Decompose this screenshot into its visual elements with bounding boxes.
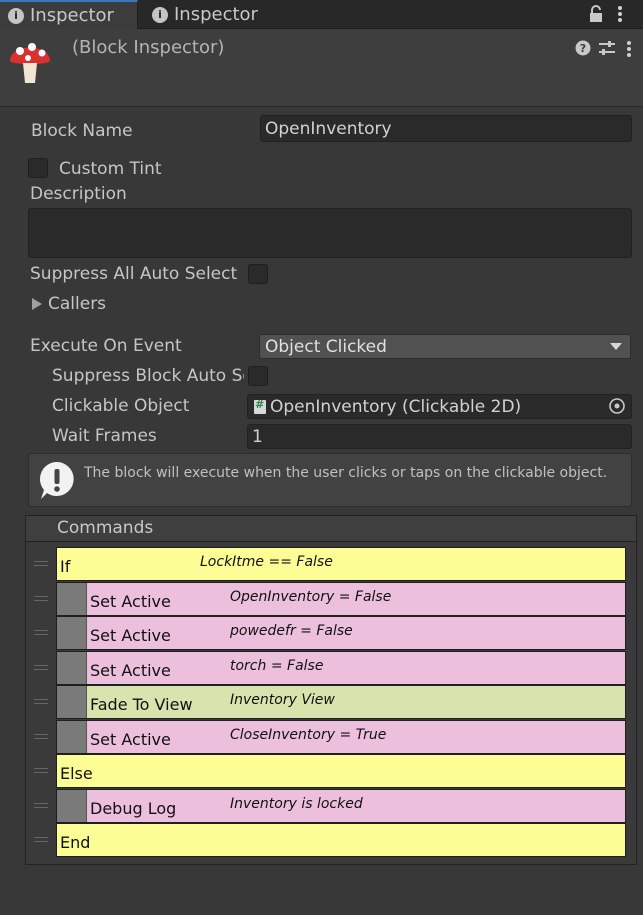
command-name: Set Active — [90, 592, 171, 611]
command-row[interactable]: Set Active OpenInventory = False — [56, 582, 626, 616]
chevron-down-icon — [610, 343, 622, 350]
command-row[interactable]: Set Active CloseInventory = True — [56, 720, 626, 754]
drag-handle-icon[interactable] — [34, 665, 48, 670]
command-summary: LockItme == False — [200, 554, 333, 570]
wait-frames-field[interactable]: 1 — [247, 424, 632, 449]
tab-inspector-2[interactable]: i Inspector — [144, 0, 284, 29]
command-name: Set Active — [90, 730, 171, 749]
suppress-all-label: Suppress All Auto Select — [30, 264, 238, 284]
suppress-block-checkbox[interactable] — [248, 366, 268, 386]
command-summary: CloseInventory = True — [230, 727, 387, 743]
chevron-right-icon[interactable] — [31, 297, 43, 311]
execute-on-event-label: Execute On Event — [30, 336, 182, 356]
drag-handle-icon[interactable] — [34, 768, 48, 773]
clickable-object-value: OpenInventory (Clickable 2D) — [270, 396, 522, 417]
command-name: End — [60, 833, 91, 852]
command-row[interactable]: Else — [56, 754, 626, 788]
kebab-menu-icon[interactable] — [616, 5, 624, 23]
command-row[interactable]: If LockItme == False — [56, 547, 626, 581]
command-name: If — [60, 557, 71, 576]
help-icon[interactable]: ? — [575, 40, 591, 56]
kebab-menu-icon[interactable] — [625, 40, 633, 58]
command-summary: torch = False — [230, 658, 324, 674]
tab-inspector-1[interactable]: i Inspector — [0, 0, 138, 29]
command-row[interactable]: Set Active powedefr = False — [56, 616, 626, 650]
command-summary: Inventory View — [230, 692, 335, 708]
command-name: Set Active — [90, 661, 171, 680]
command-name: Fade To View — [90, 695, 193, 714]
command-name: Else — [60, 764, 93, 783]
drag-handle-icon[interactable] — [34, 803, 48, 808]
block-name-label: Block Name — [31, 121, 133, 141]
clickable-object-field[interactable]: # OpenInventory (Clickable 2D) — [247, 394, 632, 419]
indent-block — [57, 790, 87, 822]
suppress-block-label: Suppress Block Auto Select — [52, 366, 244, 386]
wait-frames-label: Wait Frames — [52, 426, 157, 446]
custom-tint-label: Custom Tint — [59, 159, 162, 179]
tab-bar: i Inspector i Inspector — [0, 0, 643, 29]
svg-text:?: ? — [580, 42, 586, 55]
info-icon: i — [8, 7, 24, 24]
mushroom-icon — [10, 43, 50, 83]
indent-block — [57, 686, 87, 718]
description-label: Description — [30, 184, 127, 204]
drag-handle-icon[interactable] — [34, 561, 48, 566]
drag-handle-icon[interactable] — [34, 699, 48, 704]
object-picker-icon[interactable] — [608, 397, 626, 415]
command-name: Debug Log — [90, 799, 177, 818]
help-box: The block will execute when the user cli… — [28, 453, 632, 507]
command-summary: powedefr = False — [230, 623, 353, 639]
inspector-header: (Block Inspector) ? — [0, 29, 643, 107]
command-name: Set Active — [90, 626, 171, 645]
tab-label: Inspector — [30, 5, 114, 26]
command-summary: OpenInventory = False — [230, 589, 392, 605]
command-row[interactable]: Debug Log Inventory is locked — [56, 789, 626, 823]
execute-on-event-dropdown[interactable]: Object Clicked — [259, 334, 631, 359]
command-row[interactable]: Set Active torch = False — [56, 651, 626, 685]
suppress-all-checkbox[interactable] — [248, 264, 268, 284]
dropdown-value: Object Clicked — [265, 336, 387, 357]
description-field[interactable] — [28, 208, 632, 258]
indent-block — [57, 617, 87, 649]
info-icon: i — [152, 6, 168, 23]
commands-title: Commands — [57, 518, 154, 538]
script-icon: # — [254, 398, 266, 414]
command-summary: Inventory is locked — [230, 796, 363, 812]
lock-icon[interactable] — [588, 5, 604, 23]
commands-header: Commands — [26, 516, 636, 542]
drag-handle-icon[interactable] — [34, 630, 48, 635]
warning-icon — [39, 461, 74, 499]
indent-block — [57, 721, 87, 753]
clickable-object-label: Clickable Object — [52, 396, 190, 416]
tab-label: Inspector — [174, 4, 258, 25]
drag-handle-icon[interactable] — [34, 734, 48, 739]
command-row[interactable]: Fade To View Inventory View — [56, 685, 626, 719]
drag-handle-icon[interactable] — [34, 596, 48, 601]
custom-tint-checkbox[interactable] — [28, 158, 48, 178]
help-text: The block will execute when the user cli… — [84, 465, 608, 481]
commands-panel: Commands If LockItme == False Set Active Op… — [25, 515, 637, 865]
callers-foldout[interactable]: Callers — [48, 294, 106, 314]
drag-handle-icon[interactable] — [34, 837, 48, 842]
indent-block — [57, 652, 87, 684]
preset-sliders-icon[interactable] — [598, 40, 616, 56]
command-row[interactable]: End — [56, 823, 626, 857]
block-name-field[interactable]: OpenInventory — [260, 115, 632, 142]
indent-block — [57, 583, 87, 615]
page-title: (Block Inspector) — [72, 37, 225, 58]
